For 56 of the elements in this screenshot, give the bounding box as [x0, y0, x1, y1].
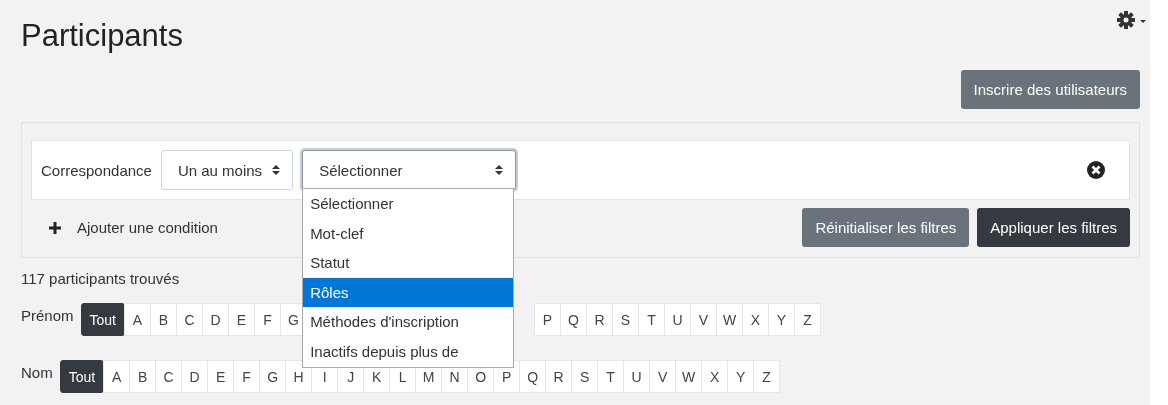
- initial-letter[interactable]: V: [649, 360, 677, 393]
- page-title: Participants: [21, 18, 183, 54]
- initials-label: Nom: [21, 363, 53, 381]
- initial-letter[interactable]: Z: [794, 303, 821, 336]
- reset-filters-button[interactable]: Réinitialiser les filtres: [802, 208, 970, 247]
- initial-letter[interactable]: E: [207, 360, 235, 393]
- dropdown-option[interactable]: Sélectionner: [303, 189, 514, 219]
- initial-letter[interactable]: D: [181, 360, 209, 393]
- initial-letter[interactable]: Y: [768, 303, 795, 336]
- initial-letter[interactable]: B: [129, 360, 157, 393]
- initial-letter[interactable]: Tout: [80, 303, 125, 336]
- initial-letter[interactable]: T: [597, 360, 625, 393]
- initial-letter[interactable]: Tout: [59, 360, 105, 393]
- initial-letter[interactable]: X: [701, 360, 729, 393]
- filter-type-select[interactable]: Sélectionner: [302, 150, 517, 190]
- initial-letter[interactable]: X: [742, 303, 769, 336]
- initial-letter[interactable]: Z: [753, 360, 781, 393]
- initial-letter[interactable]: U: [664, 303, 691, 336]
- initial-letter[interactable]: R: [545, 360, 573, 393]
- initial-letter[interactable]: V: [690, 303, 717, 336]
- dropdown-option[interactable]: Statut: [303, 248, 514, 278]
- initial-letter[interactable]: P: [534, 303, 561, 336]
- dropdown-option[interactable]: Rôles: [303, 277, 514, 308]
- plus-icon: [49, 221, 61, 234]
- initial-letter[interactable]: B: [150, 303, 177, 336]
- apply-filters-button[interactable]: Appliquer les filtres: [977, 208, 1130, 247]
- initial-letter[interactable]: Y: [727, 360, 755, 393]
- add-condition-link[interactable]: Ajouter une condition: [31, 219, 218, 236]
- initial-letter[interactable]: D: [202, 303, 229, 336]
- initial-letter[interactable]: W: [675, 360, 703, 393]
- initial-letter[interactable]: C: [176, 303, 203, 336]
- initial-letter[interactable]: A: [124, 303, 151, 336]
- sort-arrows-icon: [272, 164, 281, 176]
- initial-letter[interactable]: E: [228, 303, 255, 336]
- initials-label: Prénom: [21, 306, 74, 324]
- participant-count: 117 participants trouvés: [21, 270, 181, 287]
- sort-arrows-icon: [495, 164, 504, 176]
- initial-letter[interactable]: Q: [560, 303, 587, 336]
- initial-letter[interactable]: T: [638, 303, 665, 336]
- remove-icon[interactable]: [1087, 161, 1105, 179]
- initial-letter[interactable]: W: [716, 303, 743, 336]
- match-label: Correspondance: [41, 161, 152, 179]
- initial-letter[interactable]: U: [623, 360, 651, 393]
- settings-icon[interactable]: [1116, 10, 1146, 30]
- enrol-users-button[interactable]: Inscrire des utilisateurs: [960, 70, 1140, 109]
- initial-letter[interactable]: S: [612, 303, 639, 336]
- initial-letter[interactable]: R: [586, 303, 613, 336]
- initial-letter[interactable]: F: [254, 303, 281, 336]
- initial-letter[interactable]: A: [103, 360, 131, 393]
- match-select[interactable]: Un au moins: [160, 150, 294, 190]
- initial-letter[interactable]: C: [155, 360, 183, 393]
- dropdown-option[interactable]: Mot-clef: [303, 218, 514, 249]
- initial-letter[interactable]: S: [571, 360, 599, 393]
- initial-letter[interactable]: G: [259, 360, 287, 393]
- initial-letter[interactable]: Q: [519, 360, 547, 393]
- initial-letter[interactable]: F: [233, 360, 261, 393]
